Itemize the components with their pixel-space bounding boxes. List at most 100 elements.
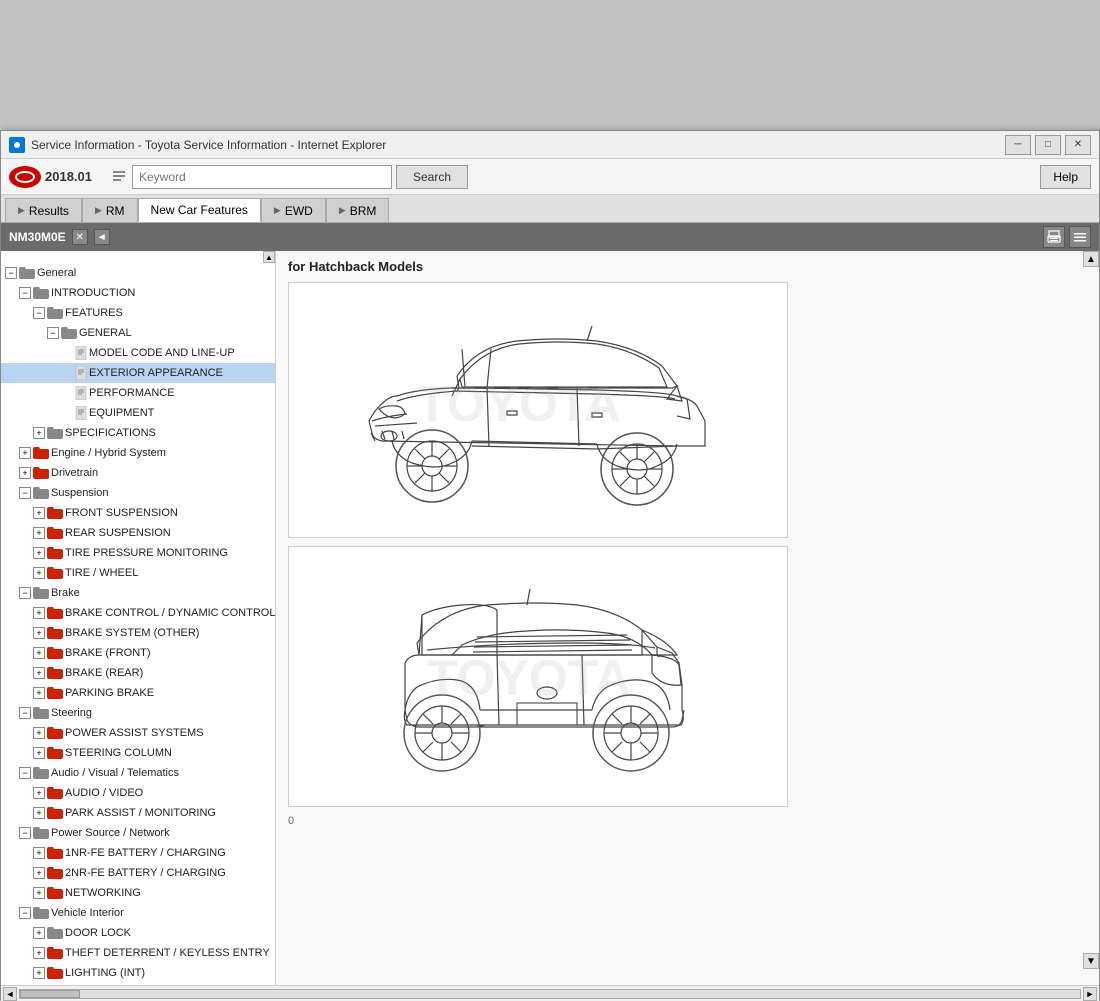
- close-button[interactable]: ✕: [1065, 135, 1091, 155]
- expand-theft[interactable]: +: [33, 947, 45, 959]
- tab-results[interactable]: ▶ Results: [5, 198, 82, 222]
- expand-specifications[interactable]: +: [33, 427, 45, 439]
- tree-item-exterior[interactable]: EXTERIOR APPEARANCE: [1, 363, 275, 383]
- h-scroll-thumb[interactable]: [20, 990, 80, 998]
- expand-brake[interactable]: −: [19, 587, 31, 599]
- help-button[interactable]: Help: [1040, 165, 1091, 189]
- tree-item-suspension[interactable]: − Suspension: [1, 483, 275, 503]
- tab-new-car-features[interactable]: New Car Features: [138, 198, 261, 222]
- expand-front-susp[interactable]: +: [33, 507, 45, 519]
- tree-item-lighting[interactable]: + LIGHTING (INT): [1, 963, 275, 983]
- expand-tire-pressure[interactable]: +: [33, 547, 45, 559]
- search-button[interactable]: Search: [396, 165, 468, 189]
- h-scroll-left[interactable]: ◄: [3, 987, 17, 1001]
- tree-item-theft[interactable]: + THEFT DETERRENT / KEYLESS ENTRY: [1, 943, 275, 963]
- expand-2nr[interactable]: +: [33, 867, 45, 879]
- nav-button[interactable]: [1069, 226, 1091, 248]
- tree-item-brake[interactable]: − Brake: [1, 583, 275, 603]
- tab-rm[interactable]: ▶ RM: [82, 198, 138, 222]
- tree-item-steering-column[interactable]: + STEERING COLUMN: [1, 743, 275, 763]
- expand-tire-wheel[interactable]: +: [33, 567, 45, 579]
- label-theft: THEFT DETERRENT / KEYLESS ENTRY: [65, 944, 270, 962]
- tree-item-features[interactable]: − FEATURES: [1, 303, 275, 323]
- expand-general[interactable]: −: [5, 267, 17, 279]
- tab-brm[interactable]: ▶ BRM: [326, 198, 390, 222]
- expand-audio-visual[interactable]: −: [19, 767, 31, 779]
- tree-item-introduction[interactable]: − INTRODUCTION: [1, 283, 275, 303]
- expand-steering[interactable]: −: [19, 707, 31, 719]
- tree-item-audio-video[interactable]: + AUDIO / VIDEO: [1, 783, 275, 803]
- label-tire-pressure: TIRE PRESSURE MONITORING: [65, 544, 228, 562]
- tree-item-tire-pressure[interactable]: + TIRE PRESSURE MONITORING: [1, 543, 275, 563]
- content-scroll-up[interactable]: ▲: [1083, 251, 1099, 267]
- tree-item-steering[interactable]: − Steering: [1, 703, 275, 723]
- expand-brake-other[interactable]: +: [33, 627, 45, 639]
- expand-power-assist[interactable]: +: [33, 727, 45, 739]
- tree-item-model-code[interactable]: MODEL CODE AND LINE-UP: [1, 343, 275, 363]
- tree-item-front-suspension[interactable]: + FRONT SUSPENSION: [1, 503, 275, 523]
- expand-engine[interactable]: +: [19, 447, 31, 459]
- expand-general-sub[interactable]: −: [47, 327, 59, 339]
- tab-ewd[interactable]: ▶ EWD: [261, 198, 326, 222]
- expand-steering-col[interactable]: +: [33, 747, 45, 759]
- tree-item-power-source[interactable]: − Power Source / Network: [1, 823, 275, 843]
- expand-power-source[interactable]: −: [19, 827, 31, 839]
- subtitle-close-button[interactable]: ✕: [72, 229, 88, 245]
- tree-item-drivetrain[interactable]: + Drivetrain: [1, 463, 275, 483]
- tree-item-park-assist[interactable]: + PARK ASSIST / MONITORING: [1, 803, 275, 823]
- minimize-button[interactable]: ─: [1005, 135, 1031, 155]
- search-input[interactable]: [132, 165, 392, 189]
- expand-park-assist[interactable]: +: [33, 807, 45, 819]
- tree-item-parking-brake[interactable]: + PARKING BRAKE: [1, 683, 275, 703]
- tree-item-general-sub[interactable]: − GENERAL: [1, 323, 275, 343]
- expand-brake-control[interactable]: +: [33, 607, 45, 619]
- label-engine: Engine / Hybrid System: [51, 444, 166, 462]
- tree-item-power-assist[interactable]: + POWER ASSIST SYSTEMS: [1, 723, 275, 743]
- expand-brake-front[interactable]: +: [33, 647, 45, 659]
- tree-scroll-up[interactable]: ▲: [263, 251, 275, 263]
- title-bar-left: Service Information - Toyota Service Inf…: [9, 137, 386, 153]
- expand-rear-susp[interactable]: +: [33, 527, 45, 539]
- tree-item-brake-rear[interactable]: + BRAKE (REAR): [1, 663, 275, 683]
- tree-item-1nr[interactable]: + 1NR-FE BATTERY / CHARGING: [1, 843, 275, 863]
- tree-item-performance[interactable]: PERFORMANCE: [1, 383, 275, 403]
- expand-brake-rear[interactable]: +: [33, 667, 45, 679]
- car-image-front: TOYOTA: [288, 282, 788, 538]
- expand-lighting[interactable]: +: [33, 967, 45, 979]
- content-scroll-down[interactable]: ▼: [1083, 953, 1099, 969]
- tree-item-rear-suspension[interactable]: + REAR SUSPENSION: [1, 523, 275, 543]
- expand-vehicle-interior[interactable]: −: [19, 907, 31, 919]
- expand-1nr[interactable]: +: [33, 847, 45, 859]
- subtitle-back-button[interactable]: ◄: [94, 229, 110, 245]
- toyota-logo: 2018.01: [9, 166, 92, 188]
- expand-audio-video[interactable]: +: [33, 787, 45, 799]
- search-area: Search: [110, 165, 1032, 189]
- expand-suspension[interactable]: −: [19, 487, 31, 499]
- expand-drivetrain[interactable]: +: [19, 467, 31, 479]
- expand-parking-brake[interactable]: +: [33, 687, 45, 699]
- tree-item-brake-other[interactable]: + BRAKE SYSTEM (OTHER): [1, 623, 275, 643]
- tree-item-tire-wheel[interactable]: + TIRE / WHEEL: [1, 563, 275, 583]
- tab-brm-label: BRM: [350, 204, 377, 218]
- print-button[interactable]: [1043, 226, 1065, 248]
- tree-item-brake-control[interactable]: + BRAKE CONTROL / DYNAMIC CONTROL SYSTEM…: [1, 603, 275, 623]
- title-bar: Service Information - Toyota Service Inf…: [1, 131, 1099, 159]
- tree-item-networking[interactable]: + NETWORKING: [1, 883, 275, 903]
- tree-item-general[interactable]: − General: [1, 263, 275, 283]
- expand-networking[interactable]: +: [33, 887, 45, 899]
- tree-item-engine[interactable]: + Engine / Hybrid System: [1, 443, 275, 463]
- h-scroll-right[interactable]: ►: [1083, 987, 1097, 1001]
- tree-item-door-lock[interactable]: + DOOR LOCK: [1, 923, 275, 943]
- tree-panel[interactable]: ▲ − General − INTRODUCTION: [1, 251, 276, 985]
- expand-introduction[interactable]: −: [19, 287, 31, 299]
- label-steering-column: STEERING COLUMN: [65, 744, 172, 762]
- expand-features[interactable]: −: [33, 307, 45, 319]
- tree-item-2nr[interactable]: + 2NR-FE BATTERY / CHARGING: [1, 863, 275, 883]
- tree-item-vehicle-interior[interactable]: − Vehicle Interior: [1, 903, 275, 923]
- expand-door-lock[interactable]: +: [33, 927, 45, 939]
- tree-item-specifications[interactable]: + SPECIFICATIONS: [1, 423, 275, 443]
- tree-item-audio-visual[interactable]: − Audio / Visual / Telematics: [1, 763, 275, 783]
- tree-item-equipment[interactable]: EQUIPMENT: [1, 403, 275, 423]
- restore-button[interactable]: □: [1035, 135, 1061, 155]
- tree-item-brake-front[interactable]: + BRAKE (FRONT): [1, 643, 275, 663]
